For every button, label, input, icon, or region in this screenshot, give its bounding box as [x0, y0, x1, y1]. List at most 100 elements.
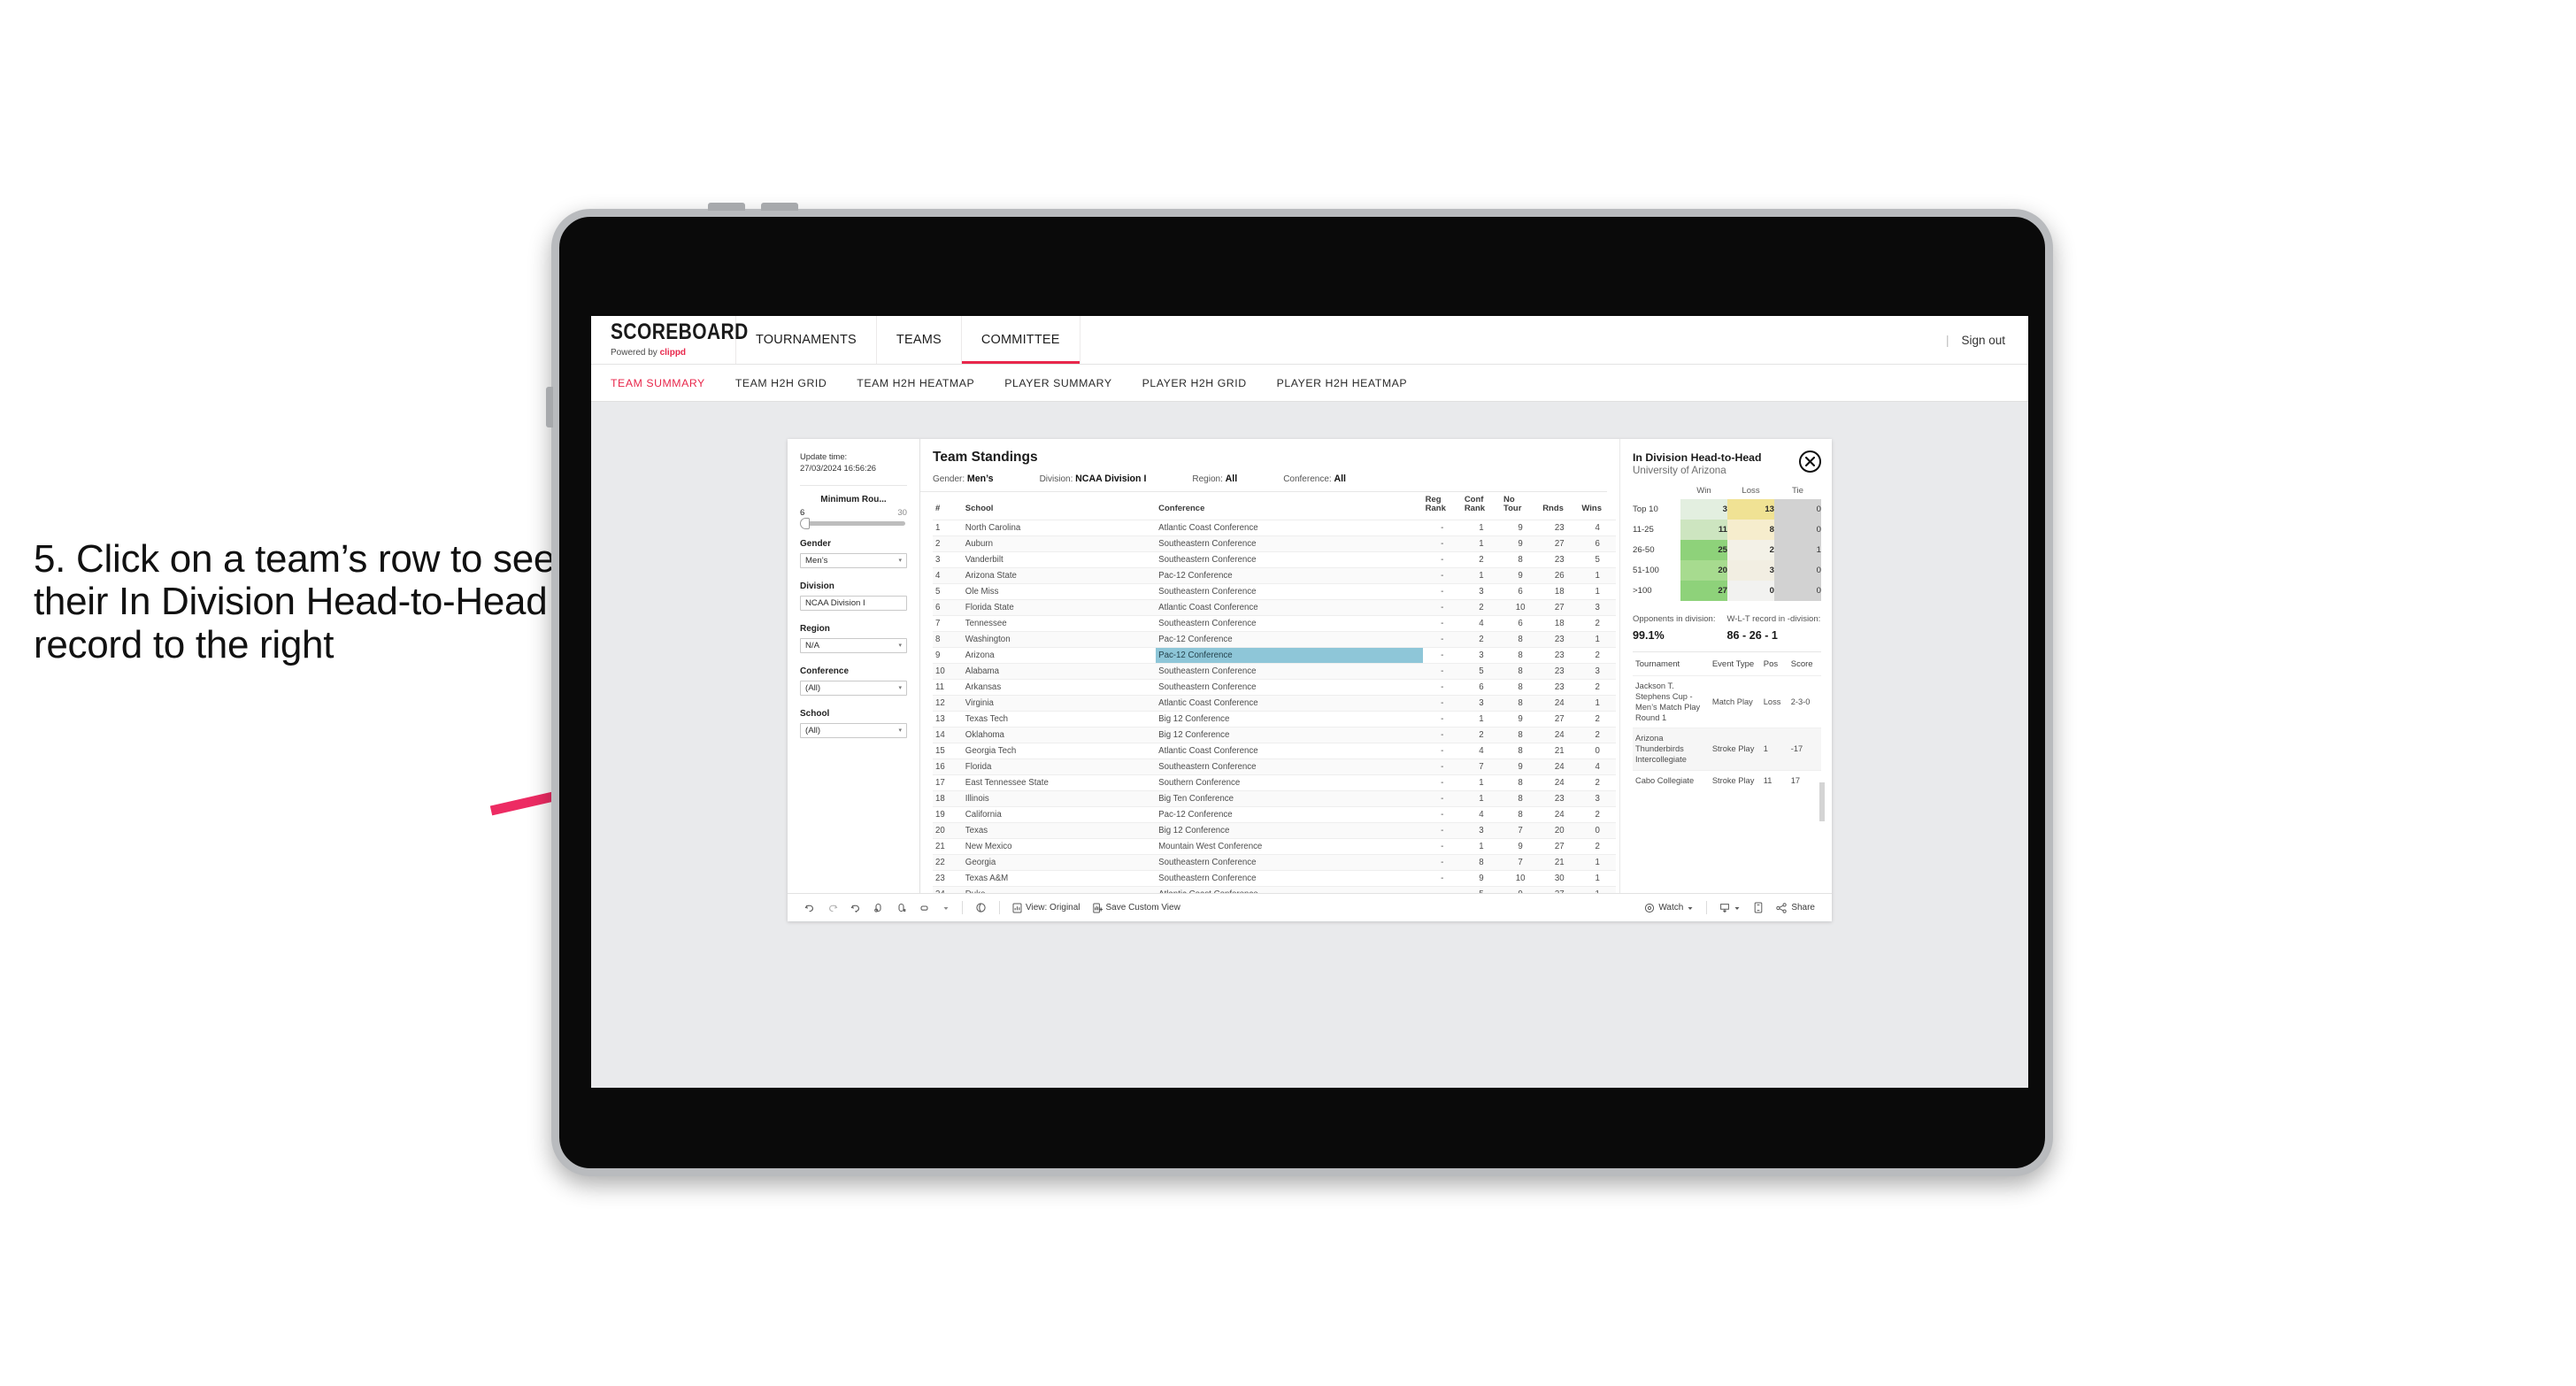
caret-down-icon[interactable]: [936, 905, 956, 912]
presentation-mode-icon[interactable]: [969, 902, 993, 913]
cell-rnds: 24: [1540, 694, 1580, 711]
revert-icon[interactable]: [844, 903, 867, 913]
table-row[interactable]: 16 Florida Southeastern Conference -7 9 24 4: [933, 758, 1616, 774]
cell-rank: 18: [933, 789, 963, 806]
redo-icon[interactable]: [821, 903, 844, 913]
tournament-table-body: Jackson T. Stephens Cup - Men’s Match Pl…: [1633, 674, 1821, 790]
table-row[interactable]: 5 Ole Miss Southeastern Conference -3 6 18 1: [933, 582, 1616, 599]
cell-no-tour: 8: [1501, 726, 1541, 743]
table-row[interactable]: 20 Texas Big 12 Conference -3 7 20 0: [933, 821, 1616, 838]
cell-school: Illinois: [962, 789, 1157, 806]
filter-school-select[interactable]: (All) ▾: [800, 722, 907, 738]
refresh-data-icon[interactable]: [867, 903, 890, 913]
cell-school: Arizona: [962, 646, 1157, 663]
brand-logo[interactable]: SCOREBOARD Powered by clippd: [591, 316, 748, 364]
col-conf-rank: Conf Rank: [1464, 495, 1486, 514]
cell-rnds: 24: [1540, 758, 1580, 774]
save-custom-view-button[interactable]: Save Custom View: [1087, 903, 1187, 913]
table-row[interactable]: 8 Washington Pac-12 Conference -2 8 23 1: [933, 630, 1616, 647]
subtab-team-summary[interactable]: TEAM SUMMARY: [611, 377, 705, 389]
cell-conference: Big 12 Conference: [1156, 821, 1423, 838]
filter-gender-value: Men’s: [805, 555, 828, 566]
h2h-cell-tie: 0: [1774, 499, 1821, 520]
cell-reg-rank: -: [1422, 582, 1462, 599]
close-icon[interactable]: [1799, 450, 1821, 473]
table-row[interactable]: 10 Alabama Southeastern Conference -5 8 23 3: [933, 662, 1616, 679]
h2h-cell-loss: 8: [1727, 520, 1774, 540]
nav-tab-committee[interactable]: COMMITTEE: [961, 316, 1080, 364]
chevron-down-icon: ▾: [898, 558, 902, 565]
tournament-table-head: Tournament Event Type Pos Score: [1633, 659, 1821, 676]
vertical-scrollbar[interactable]: [1819, 782, 1825, 821]
view-original-button[interactable]: View: Original: [1006, 903, 1087, 913]
sign-out-area[interactable]: | Sign out: [1946, 316, 2028, 364]
table-row[interactable]: 22 Georgia Southeastern Conference -8 7 21 1: [933, 853, 1616, 870]
pause-updates-icon[interactable]: [890, 903, 913, 913]
download-icon[interactable]: [1713, 903, 1747, 913]
nav-tab-tournaments[interactable]: TOURNAMENTS: [736, 316, 877, 364]
slider-track[interactable]: [800, 517, 905, 529]
table-row[interactable]: 19 California Pac-12 Conference -4 8 24 2: [933, 805, 1616, 822]
filter-region-select[interactable]: N/A ▾: [800, 637, 907, 653]
table-row[interactable]: 23 Texas A&M Southeastern Conference -9 10 30…: [933, 869, 1616, 886]
cell-rnds: 23: [1540, 551, 1580, 567]
table-row[interactable]: 9 Arizona Pac-12 Conference -3 8 23 2: [933, 646, 1616, 663]
table-row[interactable]: 21 New Mexico Mountain West Conference -1 9 2…: [933, 837, 1616, 854]
table-row[interactable]: 12 Virginia Atlantic Coast Conference -3 8 24…: [933, 694, 1616, 711]
h2h-row-label: 26-50: [1633, 545, 1655, 555]
filter-gender-select[interactable]: Men’s ▾: [800, 552, 907, 568]
filter-division-select[interactable]: NCAA Division I: [800, 595, 907, 611]
table-row[interactable]: 14 Oklahoma Big 12 Conference -2 8 24 2: [933, 726, 1616, 743]
slider-handle[interactable]: [800, 517, 810, 529]
view-original-label: View: Original: [1026, 903, 1080, 912]
h2h-cell-loss: 2: [1727, 540, 1774, 560]
subtab-team-h2h-heatmap[interactable]: TEAM H2H HEATMAP: [857, 377, 974, 389]
cell-rank: 21: [933, 837, 963, 854]
subtab-player-summary[interactable]: PLAYER SUMMARY: [1004, 377, 1111, 389]
cell-wins: 3: [1579, 598, 1616, 615]
update-time-label: Update time:: [800, 451, 848, 461]
cell-reg-rank: -: [1422, 678, 1462, 695]
cell-rnds: 18: [1540, 582, 1580, 599]
share-button[interactable]: Share: [1770, 902, 1821, 913]
list-item[interactable]: Cabo Collegiate Stroke Play 11 17: [1633, 769, 1821, 790]
subtab-team-h2h-grid[interactable]: TEAM H2H GRID: [735, 377, 827, 389]
cell-conf-rank: 9: [1461, 869, 1501, 886]
col-reg-rank: Reg Rank: [1425, 495, 1446, 514]
table-row[interactable]: 3 Vanderbilt Southeastern Conference -2 8 23 5: [933, 551, 1616, 567]
table-row[interactable]: 6 Florida State Atlantic Coast Conference -…: [933, 598, 1616, 615]
subtab-player-h2h-grid[interactable]: PLAYER H2H GRID: [1142, 377, 1247, 389]
list-item[interactable]: Arizona Thunderbirds Intercollegiate Stro…: [1633, 728, 1821, 771]
table-row[interactable]: 4 Arizona State Pac-12 Conference -1 9 26 1: [933, 566, 1616, 583]
subtab-player-h2h-heatmap[interactable]: PLAYER H2H HEATMAP: [1277, 377, 1407, 389]
filter-conference-select[interactable]: (All) ▾: [800, 680, 907, 696]
table-row[interactable]: 13 Texas Tech Big 12 Conference -1 9 27 2: [933, 710, 1616, 727]
cell-reg-rank: -: [1422, 789, 1462, 806]
cell-wins: 1: [1579, 853, 1616, 870]
table-row[interactable]: 18 Illinois Big Ten Conference -1 8 23 3: [933, 789, 1616, 806]
table-row[interactable]: 1 North Carolina Atlantic Coast Conference…: [933, 519, 1616, 535]
table-row[interactable]: 7 Tennessee Southeastern Conference -4 6 18 2: [933, 614, 1616, 631]
cell-reg-rank: -: [1422, 742, 1462, 758]
h2h-row: >100 27 0 0: [1633, 581, 1821, 601]
list-item[interactable]: Jackson T. Stephens Cup - Men’s Match Pl…: [1633, 674, 1821, 728]
table-row[interactable]: 11 Arkansas Southeastern Conference -6 8 23 2: [933, 678, 1616, 695]
cell-event-type: Match Play: [1709, 674, 1761, 728]
tablet-device-frame: SCOREBOARD Powered by clippd TOURNAMENTS…: [546, 203, 2053, 1176]
nav-tab-teams[interactable]: TEAMS: [877, 316, 962, 364]
top-navigation-bar: SCOREBOARD Powered by clippd TOURNAMENTS…: [591, 316, 2028, 365]
standings-table-head: # School Conference Reg Rank Conf Rank No T…: [933, 492, 1616, 520]
watch-button[interactable]: Watch: [1638, 903, 1700, 913]
table-row[interactable]: 17 East Tennessee State Southern Conferenc…: [933, 774, 1616, 790]
highlight-icon[interactable]: [913, 903, 936, 913]
undo-icon[interactable]: [798, 903, 821, 913]
sign-out-link[interactable]: Sign out: [1961, 334, 2005, 347]
table-row[interactable]: 15 Georgia Tech Atlantic Coast Conference -…: [933, 742, 1616, 758]
brand-powered-by: Powered by clippd: [611, 348, 687, 358]
h2h-matrix-table: Win Loss Tie Top 10 3 13 0 11-25 11 8 0 26-50 25 2…: [1633, 486, 1821, 601]
cell-school: Oklahoma: [962, 726, 1157, 743]
table-row[interactable]: 2 Auburn Southeastern Conference -1 9 27 6: [933, 535, 1616, 551]
cell-conference: Southeastern Conference: [1156, 758, 1423, 774]
fullscreen-icon[interactable]: [1747, 902, 1770, 913]
